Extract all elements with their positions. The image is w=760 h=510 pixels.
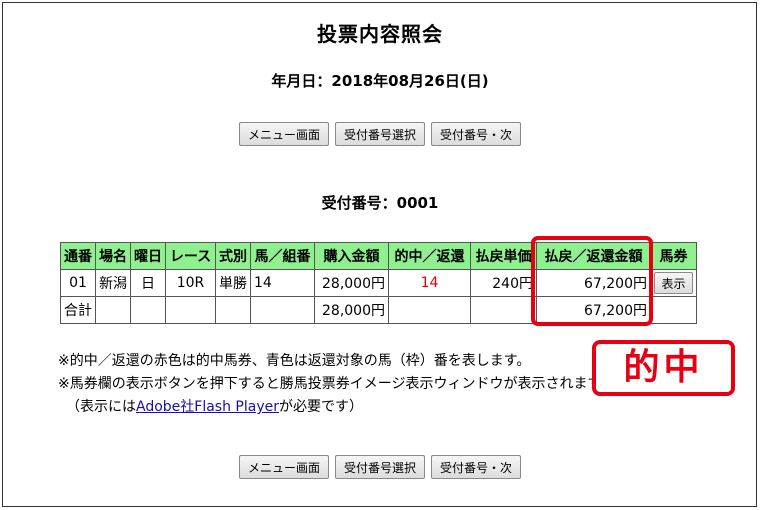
total-empty-horse — [250, 296, 315, 324]
header-ticket: 馬券 — [650, 242, 697, 270]
total-empty-race — [165, 296, 216, 324]
cell-race: 10R — [165, 269, 216, 297]
table-header-row: 通番 場名 曜日 レース 式別 馬／組番 購入金額 的中／返還 払戻単価 払戻／… — [60, 242, 697, 270]
cell-unit-payout: 240円 — [470, 269, 537, 297]
header-purchase: 購入金額 — [314, 242, 389, 270]
show-ticket-button[interactable]: 表示 — [654, 272, 693, 294]
notes: ※的中／返還の赤色は的中馬券、青色は返還対象の馬（枠）番を表します。 ※馬券欄の… — [58, 350, 618, 419]
cell-payout-total: 67,200円 — [536, 269, 651, 297]
header-hit: 的中／返還 — [388, 242, 471, 270]
cell-hit: 14 — [388, 269, 471, 297]
menu-button[interactable]: メニュー画面 — [238, 122, 329, 146]
header-venue: 場名 — [95, 242, 131, 270]
receipt-select-button-bottom[interactable]: 受付番号選択 — [334, 455, 425, 479]
header-horse: 馬／組番 — [250, 242, 315, 270]
total-empty-unit-payout — [470, 296, 537, 324]
header-unit-payout: 払戻単価 — [470, 242, 537, 270]
table-row: 01 新潟 日 10R 単勝 14 28,000円 14 240円 67,200… — [60, 269, 697, 297]
receipt-next-button-bottom[interactable]: 受付番号・次 — [431, 455, 522, 479]
total-empty-ticket — [650, 296, 697, 324]
receipt-select-button[interactable]: 受付番号選択 — [334, 122, 425, 146]
note-flash-pre: （表示には — [66, 399, 136, 415]
cell-ticket: 表示 — [650, 269, 697, 297]
receipt-next-button[interactable]: 受付番号・次 — [431, 122, 522, 146]
cell-seq: 01 — [60, 269, 96, 297]
note-flash-post: が必要です） — [279, 399, 363, 415]
total-payout: 67,200円 — [536, 296, 651, 324]
total-empty-hit — [388, 296, 471, 324]
header-race: レース — [165, 242, 216, 270]
total-label: 合計 — [60, 296, 96, 324]
date-label: 年月日：2018年08月26日(日) — [271, 72, 489, 90]
header-payout-total: 払戻／返還金額 — [536, 242, 651, 270]
header-bet-type: 式別 — [215, 242, 251, 270]
total-empty-weekday — [130, 296, 166, 324]
page-title: 投票内容照会 — [317, 22, 443, 46]
hit-badge: 的中 — [592, 340, 735, 396]
receipt-number: 受付番号：0001 — [321, 194, 439, 212]
bet-result-table: 通番 場名 曜日 レース 式別 馬／組番 購入金額 的中／返還 払戻単価 払戻／… — [60, 242, 697, 324]
cell-weekday: 日 — [130, 269, 166, 297]
total-purchase: 28,000円 — [314, 296, 389, 324]
total-empty-venue — [95, 296, 131, 324]
cell-horse: 14 — [250, 269, 315, 297]
cell-bet-type: 単勝 — [215, 269, 251, 297]
total-empty-bet-type — [215, 296, 251, 324]
flash-player-link[interactable]: Adobe社Flash Player — [136, 399, 279, 415]
note-ticket-button: ※馬券欄の表示ボタンを押下すると勝馬投票券イメージ表示ウィンドウが表示されます。 — [58, 376, 615, 392]
note-color-legend: ※的中／返還の赤色は的中馬券、青色は返還対象の馬（枠）番を表します。 — [58, 353, 531, 369]
header-seq: 通番 — [60, 242, 96, 270]
top-button-row: メニュー画面 受付番号選択 受付番号・次 — [0, 122, 760, 146]
table-total-row: 合計 28,000円 67,200円 — [60, 296, 697, 324]
menu-button-bottom[interactable]: メニュー画面 — [238, 455, 329, 479]
cell-venue: 新潟 — [95, 269, 131, 297]
note-flash: （表示にはAdobe社Flash Playerが必要です） — [58, 396, 618, 419]
bottom-button-row: メニュー画面 受付番号選択 受付番号・次 — [0, 455, 760, 479]
cell-purchase: 28,000円 — [314, 269, 389, 297]
header-weekday: 曜日 — [130, 242, 166, 270]
